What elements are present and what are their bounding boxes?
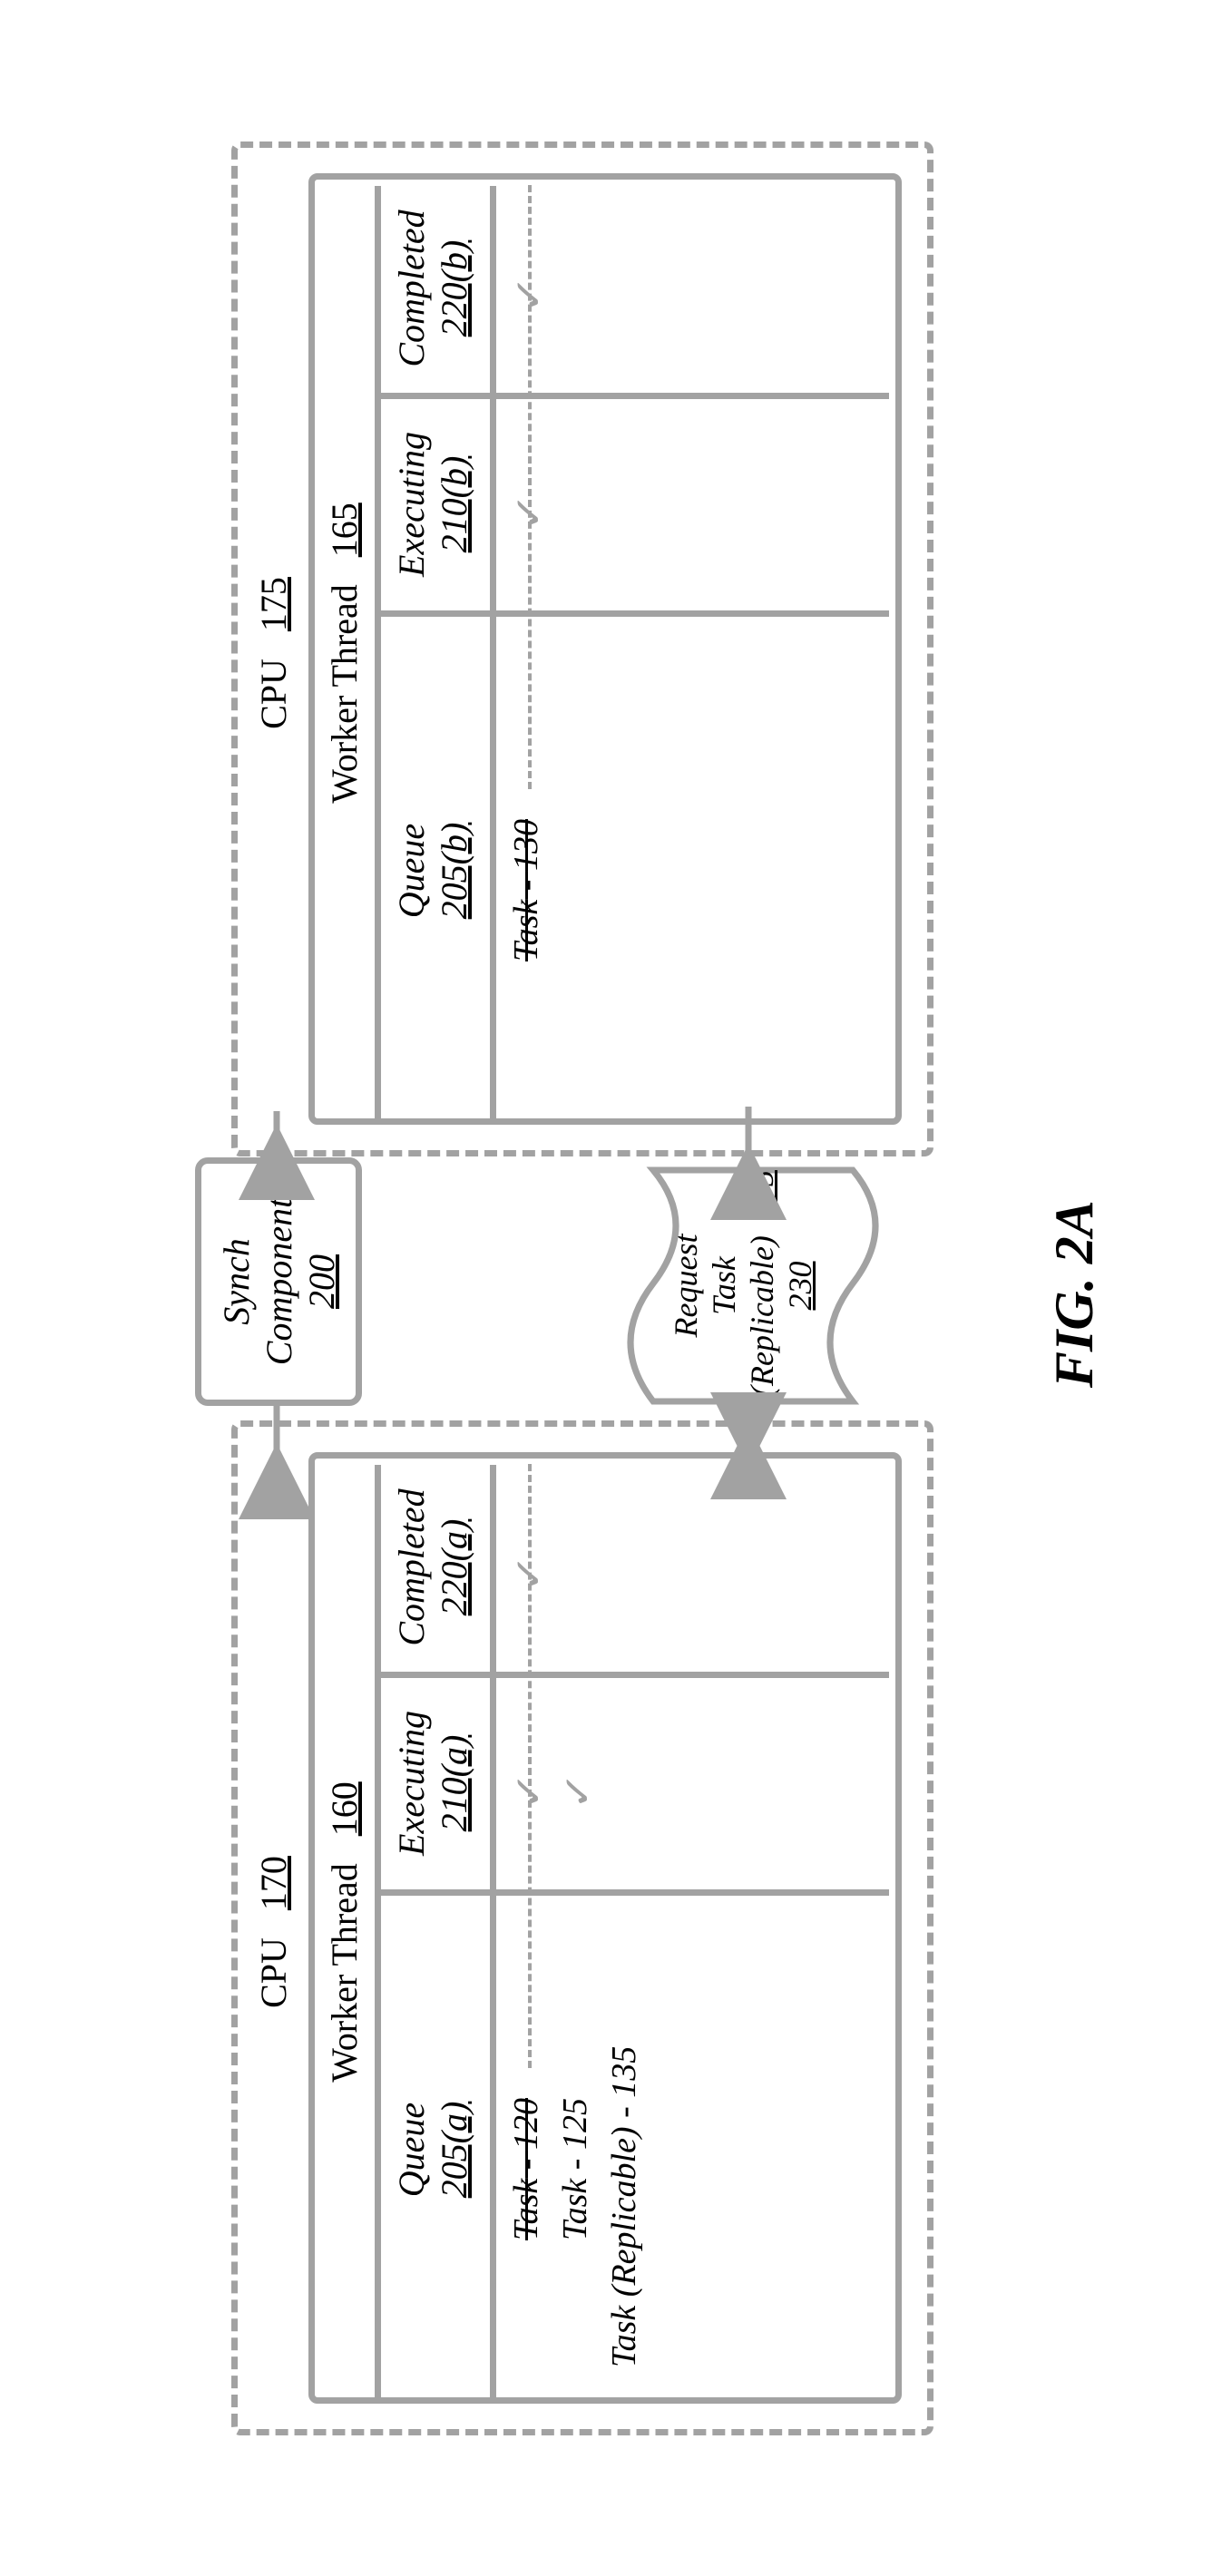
- col-b-comp: Completed 220(b): [390, 185, 475, 392]
- arrow-synch-to-cpu-a: [254, 1401, 299, 1465]
- synch-ref: 200: [300, 1164, 343, 1400]
- figure-label: FIG. 2A: [1043, 1200, 1106, 1388]
- doc-ref: 230: [781, 1175, 819, 1397]
- doc-name-line2: Task: [705, 1175, 743, 1397]
- synch-component-box: Synch Component 200: [195, 1157, 362, 1406]
- doc-name-line1: Request: [667, 1175, 705, 1397]
- worker-b-title: Worker Thread 165: [323, 399, 366, 907]
- worker-a-h1: [375, 1465, 381, 2404]
- cpu-b-title-text: CPU: [253, 659, 294, 729]
- arrow-synch-to-cpu-b: [254, 1102, 299, 1166]
- task-a0-exec-check: ✓: [506, 1771, 552, 1810]
- cpu-a-ref: 170: [253, 1856, 294, 1910]
- worker-a-title-text: Worker Thread: [324, 1863, 365, 2082]
- col-a-queue: Queue 205(a): [390, 2023, 475, 2277]
- task-a2: Task (Replicable) - 135: [604, 2046, 644, 2367]
- request-task-doc: Request Task (Replicable) 135 230: [617, 1166, 889, 1406]
- worker-a-ref: 160: [324, 1781, 365, 1836]
- task-b0-comp-check: ✓: [506, 275, 552, 313]
- col-a-exec: Executing 210(a): [390, 1678, 475, 1888]
- task-a0: Task - 120: [506, 2098, 546, 2240]
- doc-name-line3: (Replicable) 135: [743, 1175, 781, 1397]
- cpu-b-title: CPU 175: [252, 490, 295, 816]
- task-a1-exec-check: ✓: [555, 1771, 601, 1810]
- worker-b-h1: [375, 186, 381, 1125]
- worker-b-c2: [375, 393, 889, 399]
- worker-b-h2: [490, 186, 496, 1125]
- cpu-b-ref: 175: [253, 577, 294, 631]
- worker-a-c2: [375, 1672, 889, 1678]
- task-b0-exec-check: ✓: [506, 493, 552, 531]
- task-a0-comp-check: ✓: [506, 1554, 552, 1592]
- col-b-queue: Queue 205(b): [390, 744, 475, 998]
- worker-a-h2: [490, 1465, 496, 2404]
- col-b-exec: Executing 210(b): [390, 399, 475, 610]
- worker-b-title-text: Worker Thread: [324, 584, 365, 803]
- arrow-cpu-b-to-doc: [726, 1102, 771, 1166]
- arrow-doc-cpu-a-double: [726, 1401, 771, 1465]
- task-a1: Task - 125: [555, 2098, 595, 2240]
- worker-b-c1: [375, 610, 889, 617]
- worker-a-c1: [375, 1889, 889, 1896]
- worker-a-title: Worker Thread 160: [323, 1678, 366, 2186]
- cpu-a-title-text: CPU: [253, 1937, 294, 2008]
- task-b0: Task - 130: [506, 819, 546, 961]
- cpu-a-title: CPU 170: [252, 1769, 295, 2095]
- synch-name: Synch Component: [215, 1164, 300, 1400]
- col-a-comp: Completed 220(a): [390, 1464, 475, 1671]
- worker-b-ref: 165: [324, 503, 365, 557]
